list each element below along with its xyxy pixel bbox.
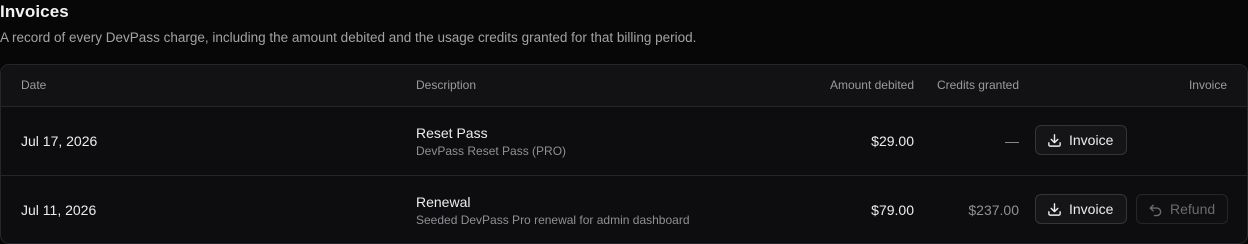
column-header-invoice: Invoice	[1188, 78, 1227, 92]
refund-button[interactable]: Refund	[1136, 194, 1228, 224]
table-row: Jul 11, 2026 Renewal Seeded DevPass Pro …	[1, 176, 1247, 243]
invoice-button-label: Invoice	[1069, 201, 1114, 217]
row-description-detail: Seeded DevPass Pro renewal for admin das…	[416, 213, 690, 227]
table-header: Date Description Amount debited Credits …	[1, 65, 1247, 107]
row-description-detail: DevPass Reset Pass (PRO)	[416, 144, 567, 158]
column-header-credits: Credits granted	[936, 78, 1019, 92]
refund-button-label: Refund	[1170, 201, 1216, 217]
invoice-button-label: Invoice	[1069, 132, 1114, 148]
invoice-download-button[interactable]: Invoice	[1035, 125, 1127, 155]
page-subtitle: A record of every DevPass charge, includ…	[0, 30, 697, 45]
download-icon	[1047, 202, 1062, 217]
undo-icon	[1148, 202, 1163, 217]
column-header-amount: Amount debited	[829, 78, 914, 92]
row-credits: $237.00	[968, 202, 1019, 218]
page-title: Invoices	[0, 2, 69, 21]
row-amount: $29.00	[871, 133, 914, 149]
invoices-table: Date Description Amount debited Credits …	[0, 64, 1248, 244]
row-credits: —	[1005, 133, 1019, 149]
table-row: Jul 17, 2026 Reset Pass DevPass Reset Pa…	[1, 107, 1247, 176]
row-date: Jul 17, 2026	[21, 133, 98, 149]
row-description-title: Renewal	[416, 194, 471, 210]
row-description-title: Reset Pass	[416, 125, 488, 141]
row-date: Jul 11, 2026	[21, 202, 97, 218]
column-header-description: Description	[416, 78, 477, 92]
download-icon	[1047, 133, 1062, 148]
column-header-date: Date	[21, 78, 47, 92]
invoice-download-button[interactable]: Invoice	[1035, 194, 1127, 224]
row-amount: $79.00	[871, 202, 914, 218]
